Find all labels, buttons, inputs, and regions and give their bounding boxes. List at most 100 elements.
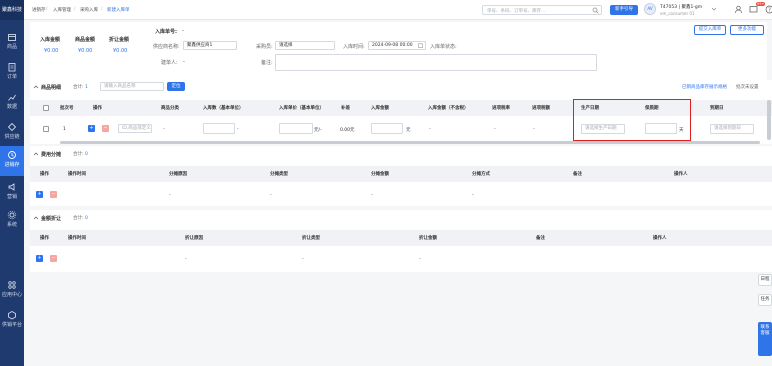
guide-button[interactable]: 新手引导 [610, 5, 638, 15]
sidebar: 聚鑫科技 商品 订单 数据 供应链 进销存 营销 系统 应用中心 供销平台 [0, 0, 24, 366]
more-functions-button[interactable]: 更多功能 [730, 25, 764, 35]
sidebar-item-inventory[interactable]: 进销存 [0, 146, 24, 176]
vertical-scrollbar[interactable] [767, 100, 771, 140]
supplier-input[interactable]: 聚鑫供应商1 [183, 41, 237, 50]
discount-cell: - [419, 257, 421, 262]
column-header: 分摊方式 [472, 172, 490, 177]
column-header: 到期日 [710, 106, 724, 111]
column-header: 操作人 [653, 236, 667, 241]
remark-label: 备注: [261, 60, 273, 66]
buyer-select[interactable]: 请选择 [275, 41, 335, 50]
operator-value: - [183, 59, 185, 65]
fee-cell: - [371, 193, 373, 198]
column-header: 折让金额 [419, 236, 437, 241]
svg-text:?: ? [768, 7, 771, 13]
column-header: 进项税额 [532, 106, 550, 111]
add-fee-button[interactable]: + [36, 191, 43, 198]
amount-unit: 元 [406, 128, 411, 133]
select-all-checkbox[interactable] [43, 105, 49, 111]
breadcrumb-item[interactable]: 进销存 [32, 7, 46, 13]
sidebar-item-label: 应用中心 [1, 292, 22, 298]
sidebar-item-goods[interactable]: 商品 [0, 28, 24, 56]
user-group-icon[interactable] [734, 5, 743, 14]
section-title: 费用分摊 [41, 152, 62, 158]
batch-note: 批次未设置 [736, 85, 759, 90]
sidebar-item-orders[interactable]: 订单 [0, 58, 24, 86]
breadcrumb-item[interactable]: 入库管理 [53, 7, 71, 13]
global-search-input[interactable]: 单号、条码、订单号、库存... [482, 5, 602, 15]
marketing-icon [8, 183, 15, 191]
column-header: 操作 [40, 172, 49, 177]
tax-amount: - [533, 127, 535, 132]
qty-input[interactable] [203, 123, 235, 134]
locate-button[interactable]: 定位 [167, 82, 185, 91]
discount-section: 金额折让 合计: 0 操作 操作时间 折让原因 折让类型 折让金额 备注 操作人… [30, 210, 772, 272]
column-header: 分摊原因 [169, 172, 187, 177]
section-count: 合计: 0 [73, 152, 88, 157]
buyer-label: 采购员: [256, 44, 273, 50]
sidebar-item-platform[interactable]: 供销平台 [0, 306, 24, 334]
column-header: 操作时间 [68, 172, 86, 177]
price-input[interactable] [279, 123, 313, 134]
amount-input[interactable] [371, 123, 403, 134]
sidebar-item-label: 营销 [6, 194, 17, 200]
account-subname: om_consumer 01 [660, 11, 695, 16]
calendar-icon[interactable] [418, 43, 423, 48]
fee-cell: - [270, 193, 272, 198]
collapse-icon[interactable] [33, 215, 39, 221]
task-tab[interactable]: 任务 [758, 294, 772, 306]
column-header: 备注 [573, 172, 582, 177]
section-title: 金额折让 [41, 216, 62, 222]
collapse-icon[interactable] [33, 84, 39, 90]
submit-order-button[interactable]: 提交入库单 [694, 25, 726, 35]
sidebar-item-data[interactable]: 数据 [0, 88, 24, 116]
column-header: 备注 [536, 236, 545, 241]
order-no-value: - [182, 28, 184, 34]
column-header: 分摊类型 [270, 172, 288, 177]
sidebar-item-supply[interactable]: 供应链 [0, 118, 24, 146]
add-discount-button[interactable]: + [36, 255, 43, 262]
column-header: 操作 [93, 106, 102, 111]
column-header: 折让类型 [302, 236, 320, 241]
search-placeholder: 单号、条码、订单号、库存... [487, 9, 546, 14]
customer-service-tab[interactable]: 联系客服 [758, 322, 772, 356]
sidebar-item-system[interactable]: 系统 [0, 206, 24, 234]
sidebar-item-label: 系统 [6, 222, 17, 228]
horizontal-scrollbar[interactable] [60, 141, 760, 144]
column-header: 进项税率 [492, 106, 510, 111]
goods-search-input[interactable]: 请输入商品名称 [100, 82, 164, 91]
sidebar-item-marketing[interactable]: 营销 [0, 178, 24, 206]
operator-label: 建单人: [161, 60, 178, 66]
collapse-icon[interactable] [33, 151, 39, 157]
remove-fee-button[interactable]: − [50, 191, 57, 198]
chevron-down-icon[interactable] [710, 5, 718, 13]
search-icon[interactable] [592, 7, 599, 14]
breadcrumb-separator: / [74, 7, 76, 12]
amount-excl-tax: - [429, 127, 431, 132]
avatar[interactable]: AV [644, 3, 656, 15]
inventory-icon [8, 151, 16, 159]
show-spec-link[interactable]: 已销商品库存展示规格 [682, 84, 727, 90]
sidebar-item-label: 供应链 [4, 134, 20, 140]
remark-textarea[interactable] [275, 54, 597, 71]
product-input[interactable]: ID,商品或定义 [118, 124, 152, 133]
chart-icon [8, 94, 16, 101]
qty-unit: - [237, 127, 239, 132]
batch-no: 1 [63, 127, 66, 132]
platform-icon [8, 310, 16, 320]
row-checkbox[interactable] [43, 126, 49, 132]
schedule-tab[interactable]: 日程 [758, 274, 772, 286]
sidebar-item-label: 供销平台 [1, 322, 22, 328]
column-header: 操作时间 [68, 236, 86, 241]
account-name[interactable]: T47053 | 聚鑫1-gm [660, 4, 702, 10]
add-row-button[interactable]: + [88, 125, 95, 132]
sidebar-item-label: 进销存 [4, 162, 20, 168]
notification-badge: 99+ [756, 2, 766, 6]
expiry-date-input[interactable]: 请选择到期日 [710, 124, 754, 134]
remove-discount-button[interactable]: − [50, 255, 57, 262]
help-icon[interactable]: ? [765, 5, 772, 14]
remove-row-button[interactable]: − [102, 125, 109, 132]
breadcrumb-item[interactable]: 采购入库 [80, 7, 98, 13]
message-icon[interactable] [749, 5, 758, 14]
sidebar-item-apps[interactable]: 应用中心 [0, 276, 24, 304]
